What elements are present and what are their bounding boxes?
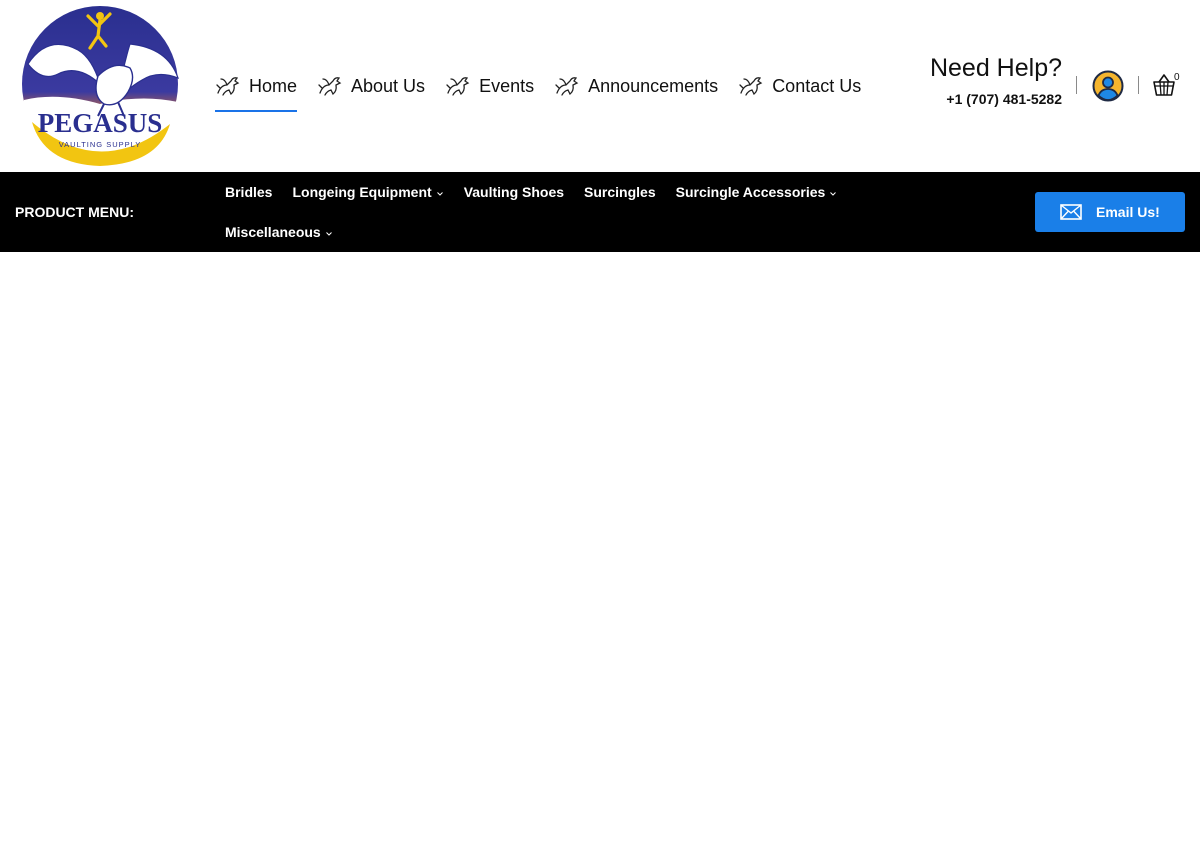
product-menu-title: PRODUCT MENU:: [15, 204, 134, 220]
help-block: Need Help? +1 (707) 481-5282: [910, 54, 1062, 107]
nav-item-announcements[interactable]: Announcements: [554, 66, 718, 106]
email-us-label: Email Us!: [1096, 204, 1160, 220]
help-phone-link[interactable]: +1 (707) 481-5282: [910, 91, 1062, 107]
page-content-area: [0, 252, 1200, 850]
product-link-surcingles[interactable]: Surcingles: [584, 184, 656, 200]
logo-tagline-text: VAULTING SUPPLY: [59, 140, 142, 149]
account-button[interactable]: [1092, 70, 1124, 102]
shopping-basket-icon: [1153, 74, 1175, 96]
horse-icon: [554, 73, 580, 99]
product-link-label: Vaulting Shoes: [463, 184, 565, 200]
nav-label: About Us: [351, 75, 426, 96]
chevron-down-icon: [325, 230, 333, 238]
product-link-label: Surcingles: [584, 184, 656, 200]
horse-icon: [317, 73, 343, 99]
email-us-button[interactable]: Email Us!: [1035, 192, 1185, 232]
main-navigation: Home About Us Events Announcements Conta…: [215, 66, 881, 114]
product-link-longeing-equipment[interactable]: Longeing Equipment: [292, 184, 443, 200]
mail-icon: [1060, 204, 1082, 220]
pegasus-logo-icon: PEGASUS VAULTING SUPPLY: [22, 6, 179, 166]
header-divider: [1138, 76, 1139, 94]
chevron-down-icon: [436, 190, 444, 198]
nav-item-events[interactable]: Events: [445, 66, 534, 106]
nav-item-contact-us[interactable]: Contact Us: [738, 66, 861, 106]
product-link-label: Bridles: [225, 184, 273, 200]
horse-icon: [215, 73, 241, 99]
logo-brand-text: PEGASUS: [38, 108, 163, 138]
product-link-miscellaneous[interactable]: Miscellaneous: [225, 224, 333, 240]
product-menu-bar: PRODUCT MENU: Bridles Longeing Equipment…: [0, 172, 1200, 252]
nav-label: Events: [479, 75, 535, 96]
product-menu-row: Bridles Longeing Equipment Vaulting Shoe…: [225, 172, 925, 212]
nav-item-about-us[interactable]: About Us: [317, 66, 425, 106]
pegasus-logo[interactable]: PEGASUS VAULTING SUPPLY: [18, 4, 182, 168]
horse-icon: [445, 73, 471, 99]
horse-icon: [738, 73, 764, 99]
product-link-label: Surcingle Accessories: [675, 184, 826, 200]
help-title: Need Help?: [929, 54, 1062, 82]
product-link-surcingle-accessories[interactable]: Surcingle Accessories: [676, 184, 838, 200]
site-header: PEGASUS VAULTING SUPPLY Home About Us Ev…: [0, 0, 1200, 172]
product-menu-links: Bridles Longeing Equipment Vaulting Shoe…: [225, 172, 925, 252]
nav-label: Contact Us: [772, 75, 862, 96]
nav-item-home[interactable]: Home: [215, 66, 298, 112]
product-link-bridles[interactable]: Bridles: [225, 184, 272, 200]
nav-label: Announcements: [588, 75, 719, 96]
header-divider: [1076, 76, 1077, 94]
product-menu-row: Miscellaneous: [225, 212, 925, 252]
cart-count-badge: 0: [1174, 72, 1180, 83]
nav-label: Home: [249, 75, 298, 96]
product-link-vaulting-shoes[interactable]: Vaulting Shoes: [464, 184, 564, 200]
chevron-down-icon: [829, 190, 837, 198]
product-link-label: Miscellaneous: [225, 224, 321, 240]
product-link-label: Longeing Equipment: [292, 184, 432, 200]
user-account-icon: [1092, 70, 1124, 102]
